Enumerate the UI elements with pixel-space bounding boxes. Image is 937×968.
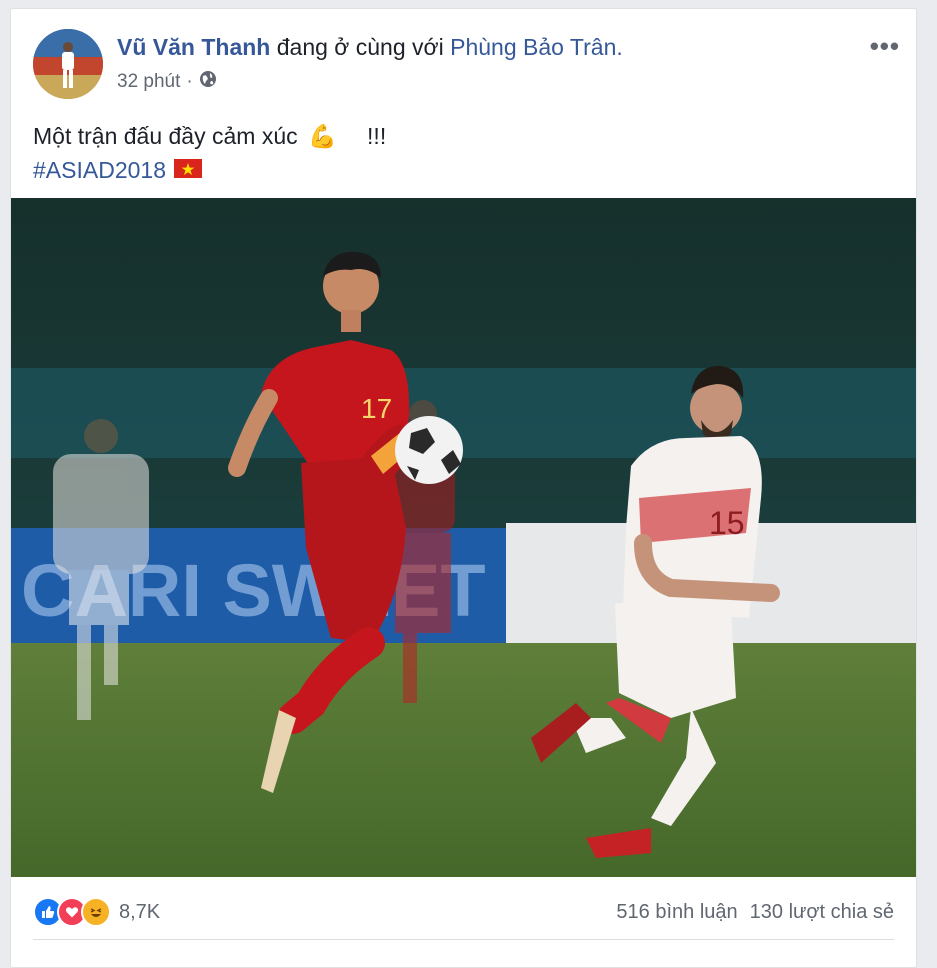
post-text-exclaim: !!!	[367, 123, 387, 149]
flexed-biceps-emoji: 💪	[308, 123, 337, 149]
author-name-link[interactable]: Vũ Văn Thanh	[117, 34, 270, 60]
comments-count-link[interactable]: 516 bình luận	[616, 901, 737, 924]
post-header: Vũ Văn Thanh đang ở cùng với Phùng Bảo T…	[117, 34, 623, 61]
engagement-stats: 516 bình luận 130 lượt chia sẻ	[616, 901, 894, 924]
post-time-link[interactable]: 32 phút	[117, 71, 180, 93]
haha-icon	[81, 897, 111, 927]
post-photo[interactable]: CARI SWEET 17 15	[11, 198, 916, 877]
white-jersey-number: 15	[709, 505, 745, 541]
author-avatar[interactable]	[33, 29, 103, 99]
post-body: Một trận đấu đầy cảm xúc 💪 !!! #ASIAD201…	[33, 119, 386, 187]
globe-icon[interactable]	[199, 70, 217, 94]
red-jersey-number: 17	[361, 393, 392, 424]
hashtag-link[interactable]: #ASIAD2018	[33, 153, 166, 187]
post-footer: 8,7K 516 bình luận 130 lượt chia sẻ	[11, 877, 916, 937]
with-text: đang ở cùng với	[276, 34, 444, 60]
tagged-person-link[interactable]: Phùng Bảo Trân.	[450, 34, 623, 60]
post-options-button[interactable]: •••	[870, 31, 900, 62]
post-text: Một trận đấu đầy cảm xúc	[33, 123, 298, 149]
meta-dot: ·	[186, 71, 193, 92]
reactions-summary[interactable]: 8,7K	[33, 897, 160, 927]
footer-divider	[33, 939, 894, 940]
reaction-count: 8,7K	[119, 900, 161, 923]
shares-count-link[interactable]: 130 lượt chia sẻ	[750, 901, 894, 924]
post-card: Vũ Văn Thanh đang ở cùng với Phùng Bảo T…	[10, 8, 917, 968]
vietnam-flag-icon	[173, 153, 202, 187]
post-meta: 32 phút ·	[117, 70, 217, 94]
